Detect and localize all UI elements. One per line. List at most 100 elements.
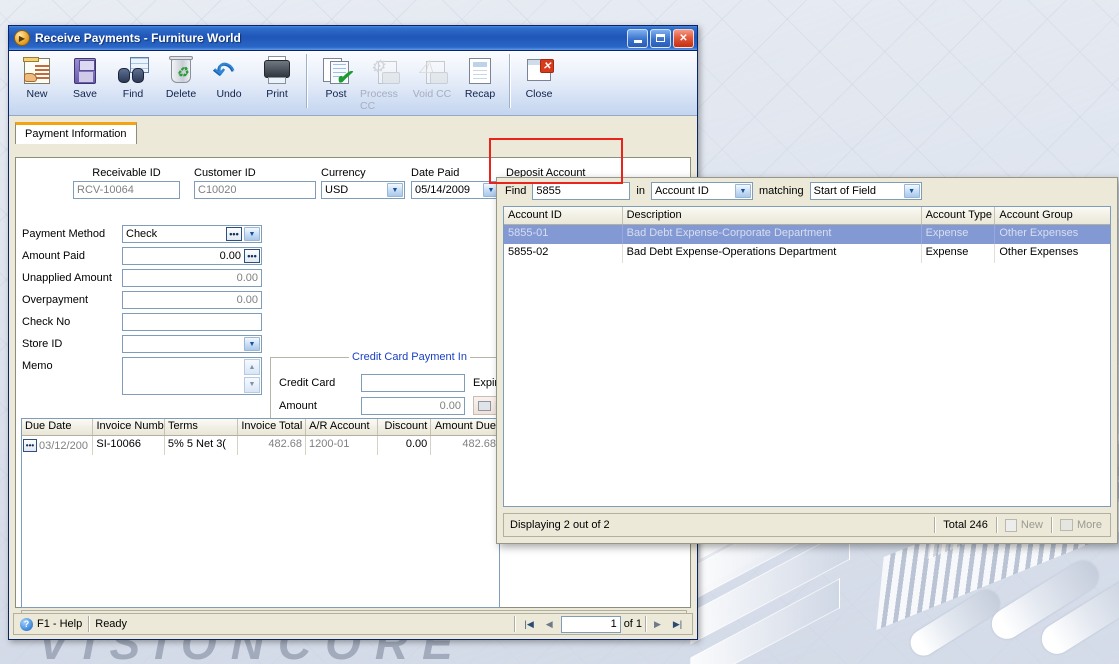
chevron-down-icon[interactable]: ▼ [734,184,751,198]
cell-invoice-total: 482.68 [238,436,307,455]
tab-strip: Payment Information [9,116,697,144]
memo-input[interactable]: ▲ ▼ [122,357,262,395]
lookup-total-count: Total 246 [943,519,988,531]
lookup-col-account-type[interactable]: Account Type [922,207,996,224]
amount-paid-label: Amount Paid [22,250,85,262]
main-status-bar: ? F1 - Help Ready |◀ ◀ 1 of 1 ▶ ▶| [13,613,693,635]
toolbar-post-button[interactable]: ✔ Post [312,54,360,100]
payment-method-label: Payment Method [22,228,106,240]
chevron-down-icon[interactable]: ▼ [903,184,920,198]
lookup-status-text: Displaying 2 out of 2 [510,519,610,531]
store-id-select[interactable]: ▼ [122,335,262,353]
col-amount-due[interactable]: Amount Due [431,419,499,435]
tab-payment-information[interactable]: Payment Information [15,122,137,144]
currency-value: USD [325,184,349,196]
toolbar-new-button[interactable]: New [13,54,61,100]
payment-details-panel: Payment Method Check ••• ▼ Amount Paid 0… [22,223,266,399]
maximize-button[interactable] [650,28,671,48]
record-total-label: 1 [635,618,642,630]
toolbar-find-button[interactable]: Find [109,54,157,100]
col-discount[interactable]: Discount [378,419,432,435]
customer-id-label: Customer ID [194,167,256,179]
date-paid-value: 05/14/2009 [415,184,471,196]
find-input[interactable]: 5855 [532,182,631,200]
minimize-button[interactable] [627,28,648,48]
table-row[interactable]: ••• 03/12/200 SI-10066 5% 5 Net 3( 482.6… [22,436,499,455]
toolbar-separator-1 [306,54,307,108]
toolbar-void-cc-button[interactable]: ⚠ Void CC [408,54,456,100]
table-row[interactable]: 5855-01 Bad Debt Expense-Corporate Depar… [504,225,1110,244]
toolbar-save-button[interactable]: Save [61,54,109,100]
cell-amount-due: 482.68 [462,438,496,450]
invoice-grid[interactable]: Due Date Invoice Numb Terms Invoice Tota… [21,418,500,608]
chevron-down-icon[interactable]: ▼ [387,183,403,197]
lookup-col-account-id[interactable]: Account ID [504,207,623,224]
row-lookup-ellipsis-icon[interactable]: ••• [23,439,37,452]
credit-card-input[interactable] [361,373,465,392]
payment-method-select[interactable]: Check ••• ▼ [122,225,262,243]
col-invoice-total[interactable]: Invoice Total [238,419,307,435]
window-title-bar[interactable]: ▶ Receive Payments - Furniture World ✕ [9,26,697,51]
record-of-label: of [623,618,633,630]
store-id-label: Store ID [22,338,63,350]
credit-card-panel-legend: Credit Card Payment In [352,351,467,363]
next-record-button[interactable]: ▶ [649,616,666,632]
toolbar-process-cc-button[interactable]: ⚙ Process CC [360,54,408,112]
lookup-new-button[interactable]: New [997,514,1051,536]
receivable-id-input[interactable]: RCV-10064 [73,181,180,199]
date-paid-input[interactable]: 05/14/2009 ▼ [411,181,501,199]
matching-mode-select[interactable]: Start of Field ▼ [809,182,922,200]
toolbar-close-button[interactable]: ✕ Close [515,54,563,100]
find-field-select[interactable]: Account ID ▼ [650,182,753,200]
memo-scroll-spinner[interactable]: ▲ ▼ [244,359,260,393]
toolbar-close-label: Close [525,88,553,100]
col-terms[interactable]: Terms [165,419,239,435]
record-number-input[interactable]: 1 [560,615,621,633]
help-hint[interactable]: ? F1 - Help [14,614,88,634]
col-invoice-number[interactable]: Invoice Numb [93,419,165,435]
lookup-results-grid[interactable]: Account ID Description Account Type Acco… [503,206,1111,507]
more-options-icon [1059,519,1073,531]
lookup-col-account-group[interactable]: Account Group [995,207,1110,224]
lookup-more-button[interactable]: More [1052,514,1110,536]
currency-group: Currency USD ▼ [321,167,405,199]
last-record-button[interactable]: ▶| [669,616,686,632]
toolbar-recap-button[interactable]: Recap [456,54,504,100]
amount-paid-input[interactable]: 0.00 ••• [122,247,262,265]
toolbar-post-label: Post [325,88,347,100]
find-label: Find [505,185,527,197]
lookup-ellipsis-icon[interactable]: ••• [226,227,242,241]
currency-select[interactable]: USD ▼ [321,181,405,199]
lookup-cell-description: Bad Debt Expense-Operations Department [623,244,922,263]
scroll-up-icon: ▲ [244,359,260,376]
undo-arrow-icon: ↷ [216,56,238,86]
toolbar-print-button[interactable]: Print [253,54,301,100]
invoice-grid-header: Due Date Invoice Numb Terms Invoice Tota… [22,419,499,436]
help-label: F1 - Help [37,618,83,630]
cell-invoice-number: SI-10066 [93,436,165,455]
lookup-col-description[interactable]: Description [623,207,922,224]
close-button[interactable]: ✕ [673,28,694,48]
account-lookup-popup: Find 5855 in Account ID ▼ matching Start… [496,177,1118,544]
toolbar-separator-2 [509,54,510,108]
recap-report-icon [464,56,496,86]
col-ar-account[interactable]: A/R Account [306,419,378,435]
col-due-date[interactable]: Due Date [22,419,94,435]
toolbar-delete-button[interactable]: ♻ Delete [157,54,205,100]
lookup-ellipsis-icon[interactable]: ••• [244,249,260,263]
customer-id-input[interactable]: C10020 [194,181,316,199]
toolbar-undo-button[interactable]: ↷ Undo [205,54,253,100]
toolbar-print-label: Print [266,88,288,100]
lookup-cell-account-type: Expense [922,225,996,244]
credit-card-icon [478,400,491,411]
previous-record-button[interactable]: ◀ [541,616,558,632]
table-row[interactable]: 5855-02 Bad Debt Expense-Operations Depa… [504,244,1110,263]
cc-amount-input: 0.00 [361,396,465,415]
chevron-down-icon[interactable]: ▼ [244,227,260,241]
chevron-down-icon[interactable]: ▼ [244,337,260,351]
floppy-disk-icon [69,56,101,86]
unapplied-amount-label: Unapplied Amount [22,272,112,284]
first-record-button[interactable]: |◀ [521,616,538,632]
check-no-input[interactable] [122,313,262,331]
lookup-grid-header: Account ID Description Account Type Acco… [504,207,1110,225]
